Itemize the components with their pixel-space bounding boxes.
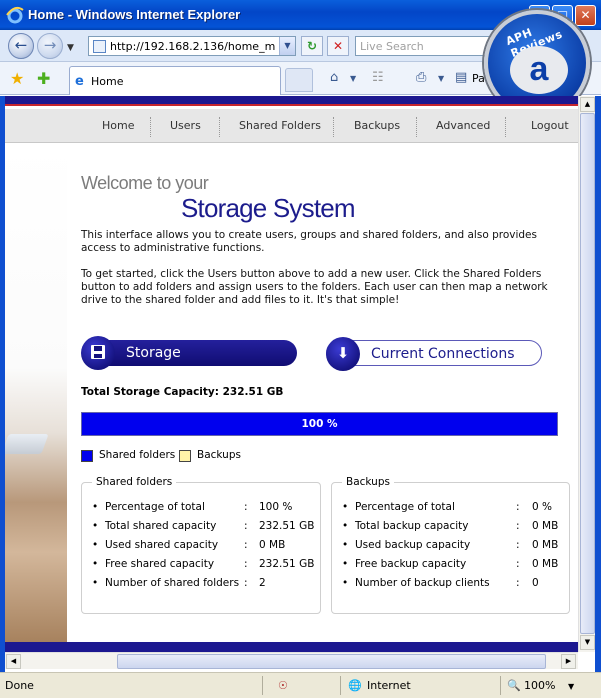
nav-logout[interactable]: Logout xyxy=(531,119,569,132)
back-button[interactable]: ← xyxy=(8,33,34,59)
list-item: • Free shared capacity:232.51 GB xyxy=(92,558,315,570)
current-connections-button[interactable]: ⬇ Current Connections xyxy=(326,337,542,371)
legend-swatch-backups xyxy=(179,450,191,462)
address-dropdown-icon[interactable]: ▼ xyxy=(279,37,295,55)
zoom-dropdown-icon[interactable]: ▼ xyxy=(568,682,574,691)
storage-bar-percent: 100 % xyxy=(301,418,338,430)
header-stripe xyxy=(5,96,578,106)
nav-home[interactable]: Home xyxy=(102,119,134,132)
nav-shared-folders[interactable]: Shared Folders xyxy=(239,119,321,132)
list-item: • Used shared capacity:0 MB xyxy=(92,539,286,551)
globe-icon: 🌐 xyxy=(348,679,362,692)
list-item: • Used backup capacity:0 MB xyxy=(342,539,559,551)
site-navigation: Home Users Shared Folders Backups Advanc… xyxy=(5,109,578,143)
vertical-scroll-thumb[interactable] xyxy=(580,113,595,634)
window-title: Home - Windows Internet Explorer xyxy=(28,7,241,22)
status-divider xyxy=(500,676,501,695)
zoom-icon[interactable]: 🔍 xyxy=(507,679,521,692)
search-input[interactable]: Live Search xyxy=(355,36,505,56)
status-divider xyxy=(262,676,263,695)
scroll-down-arrow-icon[interactable]: ▼ xyxy=(580,635,595,650)
back-arrow-icon: ← xyxy=(14,36,28,54)
laptop-illustration xyxy=(5,434,49,454)
stop-icon: ✕ xyxy=(332,39,344,53)
forward-button[interactable]: → xyxy=(37,33,63,59)
refresh-button[interactable]: ↻ xyxy=(301,36,323,56)
storage-button[interactable]: Storage xyxy=(81,336,297,370)
list-item: • Number of backup clients:0 xyxy=(342,577,539,589)
scroll-left-arrow-icon[interactable]: ◀ xyxy=(6,654,21,669)
download-arrow-icon: ⬇ xyxy=(326,337,360,371)
new-tab-button[interactable] xyxy=(285,68,313,92)
list-item: • Free backup capacity:0 MB xyxy=(342,558,559,570)
total-storage-capacity: Total Storage Capacity: 232.51 GB xyxy=(81,386,284,398)
recent-pages-dropdown-icon[interactable]: ▼ xyxy=(67,43,74,53)
badge-letter-logo: a xyxy=(510,46,568,94)
refresh-icon: ↻ xyxy=(306,39,318,53)
footer-stripe xyxy=(5,642,578,652)
legend-swatch-shared xyxy=(81,450,93,462)
horizontal-scrollbar[interactable]: ◀ ▶ xyxy=(5,652,578,669)
address-bar[interactable]: http://192.168.2.136/home_mainF ▼ xyxy=(88,36,296,56)
vertical-scrollbar[interactable]: ▲ ▼ xyxy=(578,96,595,652)
nav-users[interactable]: Users xyxy=(170,119,201,132)
storage-button-label: Storage xyxy=(126,345,181,361)
address-url[interactable]: http://192.168.2.136/home_mainF xyxy=(110,40,275,53)
status-divider xyxy=(340,676,341,695)
forward-arrow-icon: → xyxy=(43,36,57,54)
home-dropdown-icon[interactable]: ▼ xyxy=(350,74,356,83)
nav-separator xyxy=(333,117,334,137)
backups-panel: Backups • Percentage of total:0 % • Total … xyxy=(331,476,570,614)
storage-usage-bar: 100 % xyxy=(81,412,558,436)
search-placeholder: Live Search xyxy=(360,40,424,53)
welcome-heading: Welcome to your xyxy=(81,173,209,193)
page-title: Storage System xyxy=(181,193,356,223)
home-icon[interactable]: ⌂ xyxy=(330,70,338,85)
status-bar: Done ☉ 🌐 Internet 🔍 100% ▼ xyxy=(0,672,601,698)
stop-button[interactable]: ✕ xyxy=(327,36,349,56)
page-menu-icon[interactable]: ▤ xyxy=(455,70,467,85)
intro-paragraph-2: To get started, click the Users button a… xyxy=(81,268,548,306)
favorites-star-icon[interactable]: ★ xyxy=(10,69,24,88)
legend-label-shared: Shared folders xyxy=(99,449,176,461)
list-item: • Total shared capacity:232.51 GB xyxy=(92,520,315,532)
status-text: Done xyxy=(5,679,34,692)
scroll-up-arrow-icon[interactable]: ▲ xyxy=(580,97,595,112)
print-dropdown-icon[interactable]: ▼ xyxy=(438,74,444,83)
side-photo xyxy=(5,144,67,642)
internet-explorer-tab-icon: e xyxy=(75,74,84,89)
print-icon[interactable]: ⎙ xyxy=(416,70,426,85)
legend-label-backups: Backups xyxy=(197,449,241,461)
intro-paragraph-1: This interface allows you to create user… xyxy=(81,229,537,254)
horizontal-scroll-thumb[interactable] xyxy=(117,654,546,669)
scroll-right-arrow-icon[interactable]: ▶ xyxy=(561,654,576,669)
nav-separator xyxy=(219,117,220,137)
tab-label: Home xyxy=(91,75,124,88)
page-menu-label[interactable]: Pa xyxy=(472,72,485,85)
security-zone: Internet xyxy=(367,679,411,692)
window-right-border xyxy=(595,96,601,672)
nav-separator xyxy=(416,117,417,137)
tab-home[interactable]: e Home xyxy=(69,66,281,95)
current-connections-label: Current Connections xyxy=(371,346,515,362)
list-item: • Total backup capacity:0 MB xyxy=(342,520,559,532)
list-item: • Number of shared folders:2 xyxy=(92,577,266,589)
page-icon xyxy=(93,40,106,53)
add-favorites-icon[interactable]: ✚ xyxy=(37,69,50,88)
shared-folders-panel: Shared folders • Percentage of total:100 … xyxy=(81,476,321,614)
list-item: • Percentage of total:100 % xyxy=(92,501,293,513)
list-item: • Percentage of total:0 % xyxy=(342,501,552,513)
disk-icon xyxy=(81,336,115,370)
nav-separator xyxy=(150,117,151,137)
privacy-icon[interactable]: ☉ xyxy=(278,679,288,692)
shared-folders-panel-title: Shared folders xyxy=(92,476,177,488)
zoom-level[interactable]: 100% xyxy=(524,679,555,692)
nav-advanced[interactable]: Advanced xyxy=(436,119,490,132)
page-viewport: Home Users Shared Folders Backups Advanc… xyxy=(5,96,578,652)
internet-explorer-icon xyxy=(6,6,24,24)
feeds-icon[interactable]: ☷ xyxy=(372,70,384,85)
nav-backups[interactable]: Backups xyxy=(354,119,400,132)
nav-separator xyxy=(505,117,506,137)
backups-panel-title: Backups xyxy=(342,476,394,488)
